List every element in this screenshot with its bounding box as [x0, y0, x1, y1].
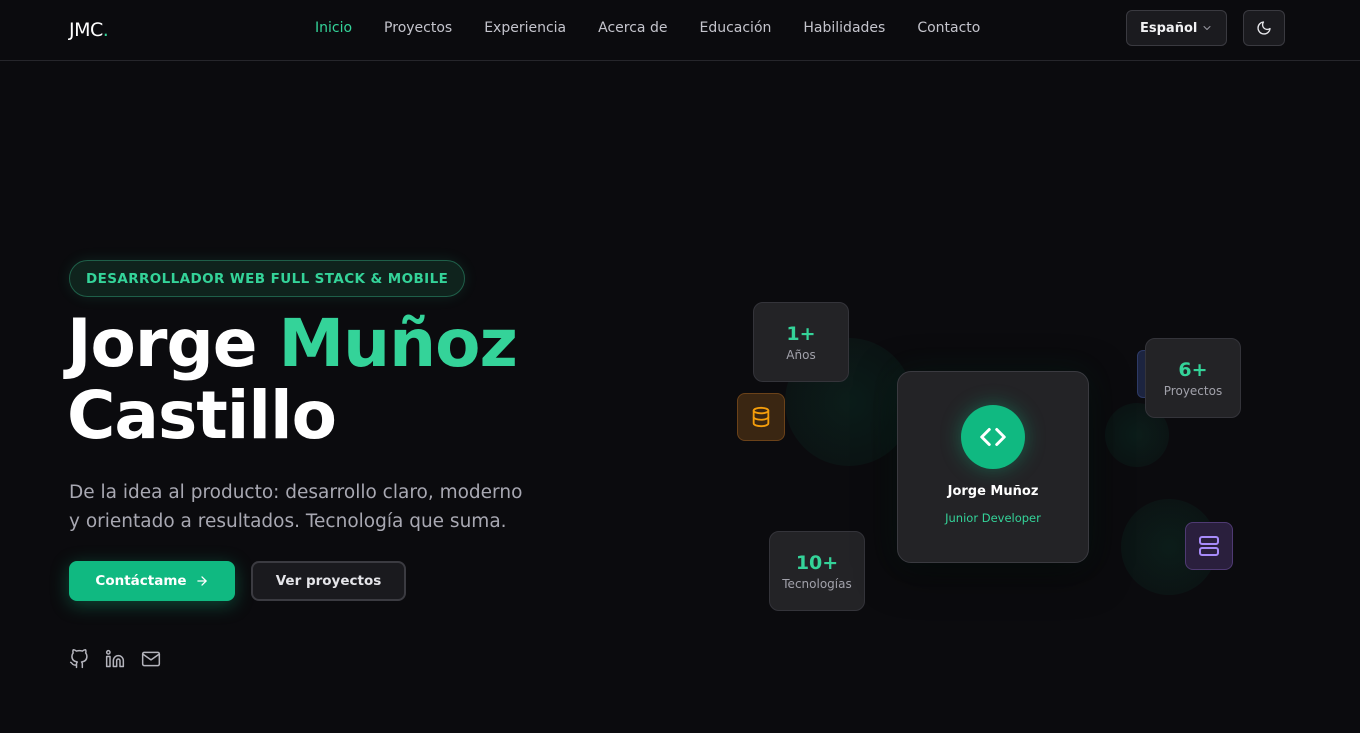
- nav-item-contacto[interactable]: Contacto: [917, 20, 980, 40]
- hero-description: De la idea al producto: desarrollo claro…: [69, 482, 523, 532]
- title-first-name: Jorge: [67, 305, 257, 382]
- language-label: Español: [1140, 20, 1198, 36]
- linkedin-icon[interactable]: [105, 649, 125, 669]
- stat-card-technologies: 10+ Tecnologías: [769, 531, 865, 611]
- social-links: [69, 649, 161, 669]
- code-icon: [980, 428, 1006, 446]
- nav-item-proyectos[interactable]: Proyectos: [384, 20, 452, 40]
- stat-card-projects: 6+ Proyectos: [1145, 338, 1241, 418]
- nav-item-acerca-de[interactable]: Acerca de: [598, 20, 667, 40]
- github-icon[interactable]: [69, 649, 89, 669]
- nav-item-habilidades[interactable]: Habilidades: [803, 20, 885, 40]
- stat-value: 1+: [786, 322, 816, 345]
- nav-item-educacion[interactable]: Educación: [699, 20, 771, 40]
- stat-value: 10+: [795, 551, 839, 574]
- chevron-down-icon: [1203, 26, 1211, 30]
- mail-icon[interactable]: [141, 649, 161, 669]
- view-projects-label: Ver proyectos: [275, 573, 382, 589]
- theme-toggle-button[interactable]: [1243, 10, 1285, 46]
- stat-label: Proyectos: [1163, 383, 1223, 398]
- title-last-name: Castillo: [67, 377, 337, 454]
- stat-label: Tecnologías: [782, 576, 852, 591]
- view-projects-button[interactable]: Ver proyectos: [251, 561, 406, 601]
- contact-button-label: Contáctame: [95, 573, 187, 589]
- hero-title: Jorge Muñoz Castillo: [67, 308, 667, 452]
- stat-card-years: 1+ Años: [753, 302, 849, 382]
- arrow-right-icon: [196, 576, 207, 586]
- language-select[interactable]: Español: [1126, 10, 1227, 46]
- database-icon: [752, 406, 770, 428]
- stat-label: Años: [786, 347, 816, 362]
- stat-value: 6+: [1178, 358, 1208, 381]
- nav-item-experiencia[interactable]: Experiencia: [484, 20, 566, 40]
- role-badge: DESARROLLADOR WEB FULL STACK & MOBILE: [69, 260, 466, 297]
- nav-item-inicio[interactable]: Inicio: [315, 20, 352, 40]
- logo[interactable]: JMC.: [69, 19, 109, 41]
- profile-name: Jorge Muñoz: [947, 484, 1039, 499]
- database-tile: [737, 393, 785, 441]
- profile-role: Junior Developer: [945, 511, 1041, 525]
- site-header: JMC. Inicio Proyectos Experiencia Acerca…: [0, 0, 1360, 61]
- server-icon: [1199, 536, 1219, 556]
- moon-icon: [1257, 21, 1271, 35]
- title-accent-name: Muñoz: [278, 305, 517, 382]
- contact-button[interactable]: Contáctame: [69, 561, 235, 601]
- profile-card: Jorge Muñoz Junior Developer: [897, 371, 1089, 563]
- server-tile: [1185, 522, 1233, 570]
- code-avatar: [961, 405, 1025, 469]
- main-nav: Inicio Proyectos Experiencia Acerca de E…: [300, 20, 1012, 40]
